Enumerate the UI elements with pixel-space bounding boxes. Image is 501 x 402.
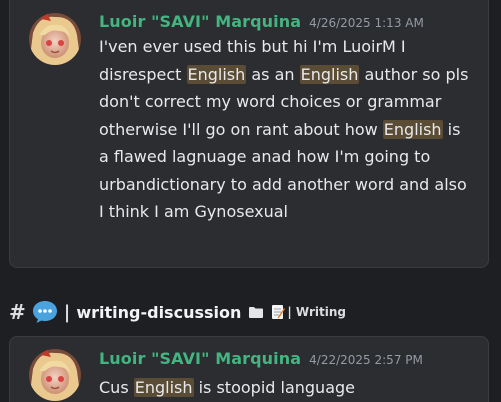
text-segment: as an: [246, 64, 300, 84]
message-timestamp: 4/22/2025 2:57 PM: [309, 353, 423, 367]
avatar[interactable]: [29, 349, 81, 401]
author-name[interactable]: Luoir "SAVI" Marquina: [99, 12, 301, 31]
folder-icon: [249, 307, 264, 318]
message-text: I'ven ever used this but hi I'm LuoirM I…: [99, 33, 474, 226]
message-header: Luoir "SAVI" Marquina 4/22/2025 2:57 PM: [99, 349, 423, 368]
search-highlight: English: [382, 119, 443, 139]
avatar[interactable]: [29, 13, 81, 65]
channel-header[interactable]: # | writing-discussion | Writing: [9, 297, 346, 327]
message-result-card[interactable]: Luoir "SAVI" Marquina 4/26/2025 1:13 AM I…: [9, 0, 489, 268]
channel-separator: |: [63, 301, 71, 323]
search-highlight: English: [133, 378, 194, 397]
search-highlight: English: [186, 64, 247, 84]
message-result-card[interactable]: Luoir "SAVI" Marquina 4/22/2025 2:57 PM C…: [9, 336, 489, 402]
search-highlight: English: [299, 64, 360, 84]
text-segment: is stoopid language: [193, 378, 355, 397]
message-text: Cus English is stoopid language: [99, 374, 479, 402]
speech-bubble-icon: [32, 301, 57, 323]
text-segment: Cus: [99, 378, 134, 397]
channel-hash: #: [9, 300, 26, 324]
message-header: Luoir "SAVI" Marquina 4/26/2025 1:13 AM: [99, 12, 424, 31]
message-timestamp: 4/26/2025 1:13 AM: [309, 16, 424, 30]
channel-name[interactable]: writing-discussion: [76, 303, 241, 322]
search-results: Luoir "SAVI" Marquina 4/26/2025 1:13 AM I…: [0, 0, 501, 402]
channel-category: | Writing: [287, 305, 346, 319]
author-name[interactable]: Luoir "SAVI" Marquina: [99, 349, 301, 368]
memo-icon: [272, 305, 286, 319]
